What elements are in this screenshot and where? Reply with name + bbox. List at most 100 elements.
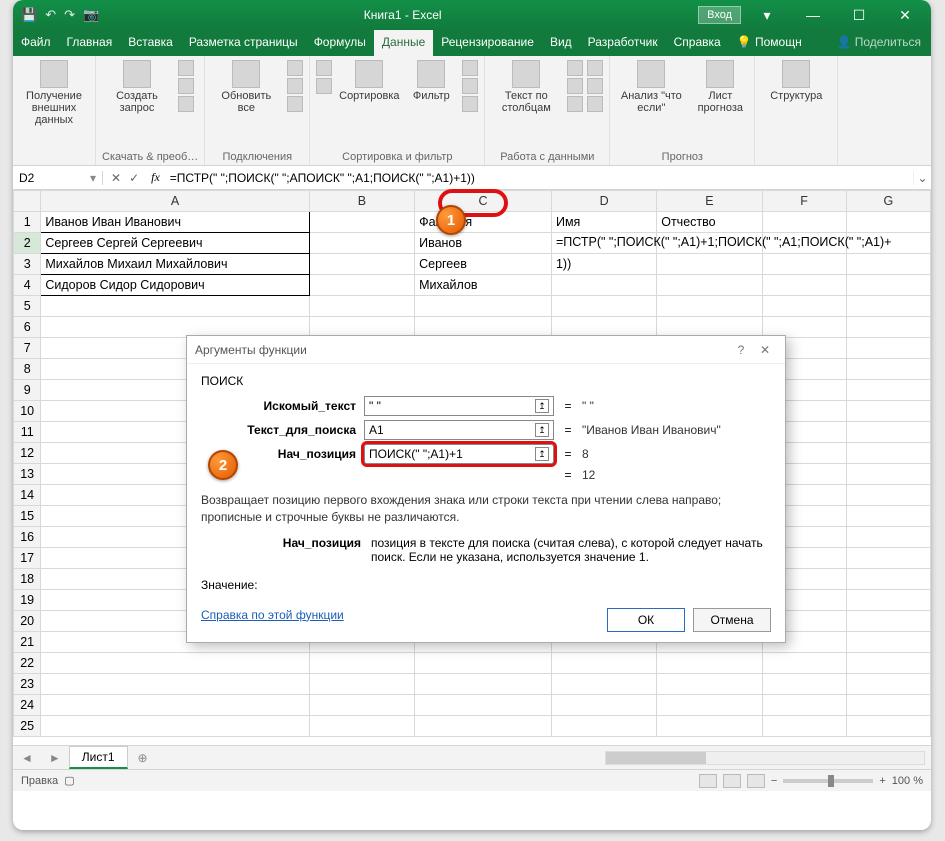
row-header[interactable]: 16 (14, 527, 41, 548)
flash-fill-icon[interactable] (567, 60, 583, 76)
cell[interactable]: Михайлов (415, 275, 552, 296)
row-header[interactable]: 10 (14, 401, 41, 422)
cell[interactable] (846, 632, 930, 653)
normal-view-icon[interactable] (699, 774, 717, 788)
cell[interactable] (762, 296, 846, 317)
edit-links-icon[interactable] (287, 96, 303, 112)
cell[interactable] (846, 275, 930, 296)
tab-file[interactable]: Файл (13, 30, 59, 56)
text-to-columns-button[interactable]: Текст по столбцам (491, 60, 561, 114)
cell[interactable] (846, 548, 930, 569)
select-all-button[interactable] (14, 191, 41, 212)
cell[interactable]: Сидоров Сидор Сидорович (41, 275, 309, 296)
cell[interactable] (762, 716, 846, 737)
properties-icon[interactable] (287, 78, 303, 94)
macro-record-icon[interactable]: ▢ (64, 775, 74, 787)
data-validation-icon[interactable] (567, 96, 583, 112)
arg1-input[interactable]: " "↥ (364, 396, 554, 416)
sort-button[interactable]: Сортировка (338, 60, 400, 102)
cell[interactable] (309, 653, 414, 674)
clear-filter-icon[interactable] (462, 60, 478, 76)
ribbon-options-icon[interactable]: ▾ (747, 7, 787, 24)
cell[interactable]: Михайлов Михаил Михайлович (41, 254, 309, 275)
row-header[interactable]: 1 (14, 212, 41, 233)
cell[interactable] (846, 464, 930, 485)
camera-icon[interactable]: 📷 (83, 7, 99, 23)
cell[interactable] (309, 275, 414, 296)
tab-help[interactable]: Справка (666, 30, 729, 56)
page-layout-view-icon[interactable] (723, 774, 741, 788)
filter-button[interactable]: Фильтр (406, 60, 456, 102)
show-queries-icon[interactable] (178, 60, 194, 76)
cell[interactable] (551, 716, 656, 737)
row-header[interactable]: 23 (14, 674, 41, 695)
row-header[interactable]: 14 (14, 485, 41, 506)
cell[interactable]: Сергеев Сергей Сергеевич (41, 233, 309, 254)
row-header[interactable]: 17 (14, 548, 41, 569)
cell[interactable] (415, 695, 552, 716)
row-header[interactable]: 7 (14, 338, 41, 359)
connections-icon[interactable] (287, 60, 303, 76)
cell[interactable]: Отчество (657, 212, 762, 233)
row-header[interactable]: 15 (14, 506, 41, 527)
arg1-collapse-icon[interactable]: ↥ (535, 399, 549, 413)
sort-asc-icon[interactable] (316, 60, 332, 76)
sort-desc-icon[interactable] (316, 78, 332, 94)
cell[interactable]: Сергеев (415, 254, 552, 275)
col-header-g[interactable]: G (846, 191, 930, 212)
relationships-icon[interactable] (587, 78, 603, 94)
col-header-d[interactable]: D (551, 191, 656, 212)
row-header[interactable]: 19 (14, 590, 41, 611)
zoom-out-button[interactable]: − (771, 775, 777, 787)
data-model-icon[interactable] (587, 96, 603, 112)
cell[interactable] (846, 569, 930, 590)
row-header[interactable]: 22 (14, 653, 41, 674)
cell[interactable] (846, 401, 930, 422)
dialog-help-icon[interactable]: ? (729, 343, 753, 357)
cell[interactable] (762, 212, 846, 233)
tab-review[interactable]: Рецензирование (433, 30, 542, 56)
reapply-icon[interactable] (462, 78, 478, 94)
cell[interactable] (415, 674, 552, 695)
row-header[interactable]: 6 (14, 317, 41, 338)
cell[interactable] (551, 695, 656, 716)
arg3-input[interactable]: ПОИСК(" ";A1)+1↥ (364, 444, 554, 464)
cancel-formula-icon[interactable]: ✕ (111, 171, 121, 185)
arg2-input[interactable]: A1↥ (364, 420, 554, 440)
expand-formula-bar-icon[interactable]: ⌄ (913, 171, 931, 185)
cell[interactable] (846, 359, 930, 380)
cell[interactable] (762, 275, 846, 296)
cell[interactable] (415, 653, 552, 674)
cell[interactable] (551, 653, 656, 674)
cell[interactable] (41, 674, 309, 695)
sheet-nav-next[interactable]: ► (41, 751, 69, 765)
what-if-button[interactable]: Анализ "что если" (616, 60, 686, 114)
cell[interactable] (657, 674, 762, 695)
col-header-e[interactable]: E (657, 191, 762, 212)
outline-button[interactable]: Структура (761, 60, 831, 102)
cell[interactable] (41, 695, 309, 716)
cell[interactable] (846, 443, 930, 464)
cell[interactable] (657, 275, 762, 296)
redo-icon[interactable]: ↷ (64, 7, 75, 23)
cell[interactable] (309, 212, 414, 233)
sheet-nav-prev[interactable]: ◄ (13, 751, 41, 765)
row-header[interactable]: 11 (14, 422, 41, 443)
page-break-view-icon[interactable] (747, 774, 765, 788)
cell[interactable] (657, 653, 762, 674)
cell[interactable] (846, 296, 930, 317)
close-button[interactable]: ✕ (885, 7, 925, 24)
maximize-button[interactable]: ☐ (839, 7, 879, 24)
cell[interactable] (551, 296, 656, 317)
cell[interactable] (846, 716, 930, 737)
cell[interactable] (309, 695, 414, 716)
consolidate-icon[interactable] (587, 60, 603, 76)
tab-developer[interactable]: Разработчик (580, 30, 666, 56)
name-box[interactable]: D2▾ (13, 171, 103, 185)
sheet-tab-1[interactable]: Лист1 (69, 746, 128, 769)
cell[interactable] (309, 296, 414, 317)
cell[interactable] (846, 653, 930, 674)
share-button[interactable]: 👤 Поделиться (826, 30, 931, 56)
remove-duplicates-icon[interactable] (567, 78, 583, 94)
cell[interactable] (762, 674, 846, 695)
